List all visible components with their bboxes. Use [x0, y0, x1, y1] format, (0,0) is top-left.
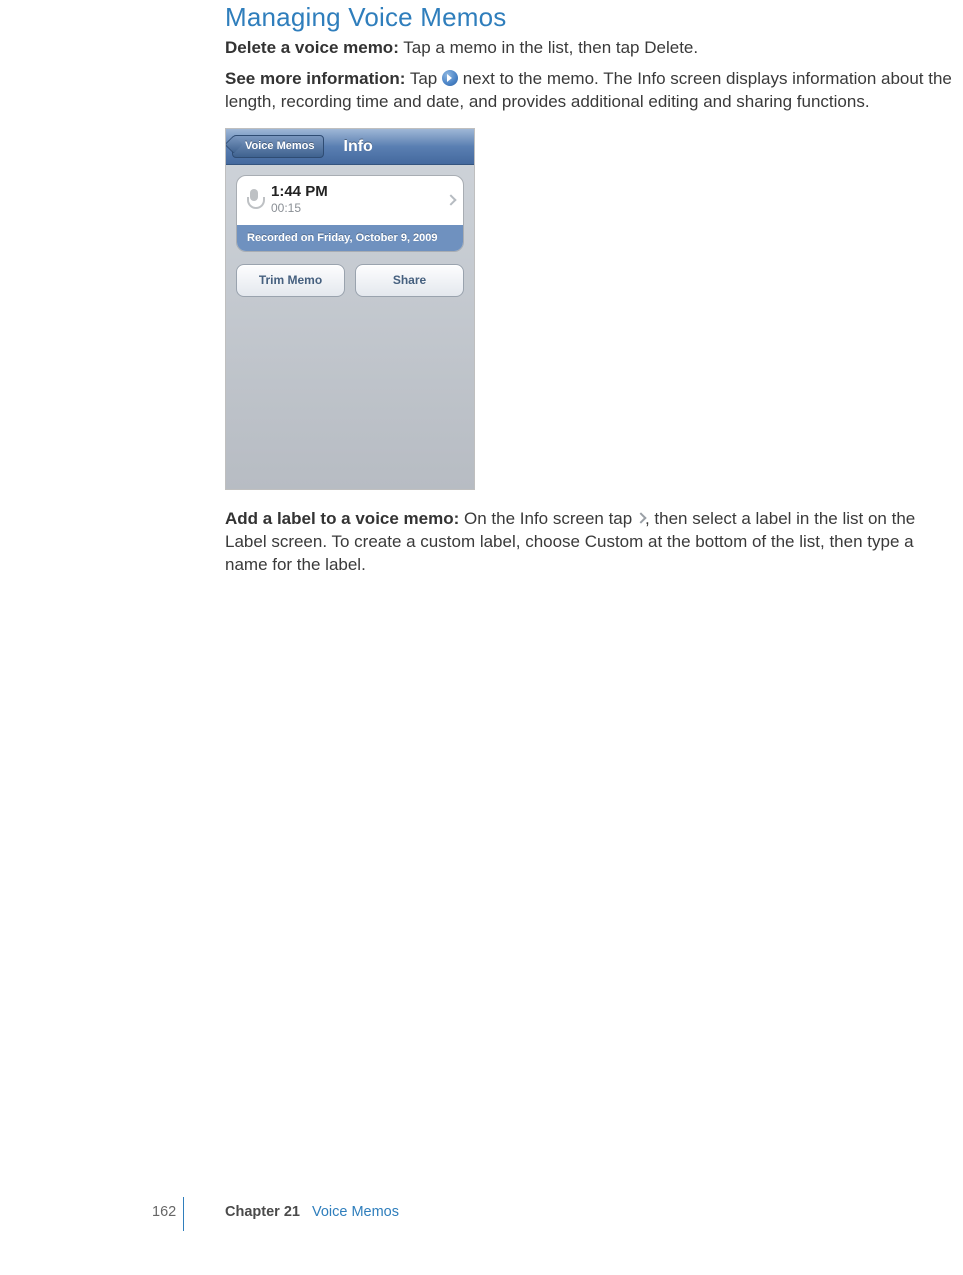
paragraph-delete: Delete a voice memo: Tap a memo in the l… — [225, 37, 955, 60]
text-run: On the Info screen tap — [459, 509, 637, 528]
text-run: Tap — [405, 69, 442, 88]
recorded-on-label: Recorded on Friday, October 9, 2009 — [237, 225, 463, 252]
page-footer: 162 Chapter 21 Voice Memos — [0, 1199, 963, 1239]
device-screenshot: Voice Memos Info 1:44 PM 00:15 Recorded … — [225, 128, 475, 490]
text-run: Tap a memo in the list, then tap Delete. — [399, 38, 698, 57]
bold-run: Delete a voice memo: — [225, 38, 399, 57]
footer-divider — [183, 1197, 184, 1231]
action-button-row: Trim Memo Share — [236, 264, 464, 296]
screen-title: Info — [344, 136, 373, 158]
section-heading: Managing Voice Memos — [225, 0, 955, 35]
bold-run: Add a label to a voice memo: — [225, 509, 459, 528]
page-number: 162 — [152, 1203, 176, 1223]
chevron-right-icon — [445, 195, 456, 206]
memo-duration: 00:15 — [271, 200, 328, 216]
back-button[interactable]: Voice Memos — [232, 135, 324, 158]
chapter-label: Chapter 21 — [225, 1204, 300, 1220]
chevron-right-icon — [637, 513, 645, 525]
trim-memo-button[interactable]: Trim Memo — [236, 264, 345, 296]
share-button[interactable]: Share — [355, 264, 464, 296]
info-circle-arrow-icon — [442, 70, 458, 86]
memo-row[interactable]: 1:44 PM 00:15 — [237, 176, 463, 225]
paragraph-see-more: See more information: Tap next to the me… — [225, 68, 955, 114]
footer-chapter: Chapter 21 Voice Memos — [225, 1203, 399, 1223]
memo-time: 1:44 PM — [271, 184, 328, 201]
memo-info-panel: 1:44 PM 00:15 Recorded on Friday, Octobe… — [236, 175, 464, 253]
microphone-icon — [247, 189, 261, 211]
device-navbar: Voice Memos Info — [226, 129, 474, 165]
paragraph-add-label: Add a label to a voice memo: On the Info… — [225, 508, 955, 577]
bold-run: See more information: — [225, 69, 405, 88]
chapter-name: Voice Memos — [312, 1204, 399, 1220]
